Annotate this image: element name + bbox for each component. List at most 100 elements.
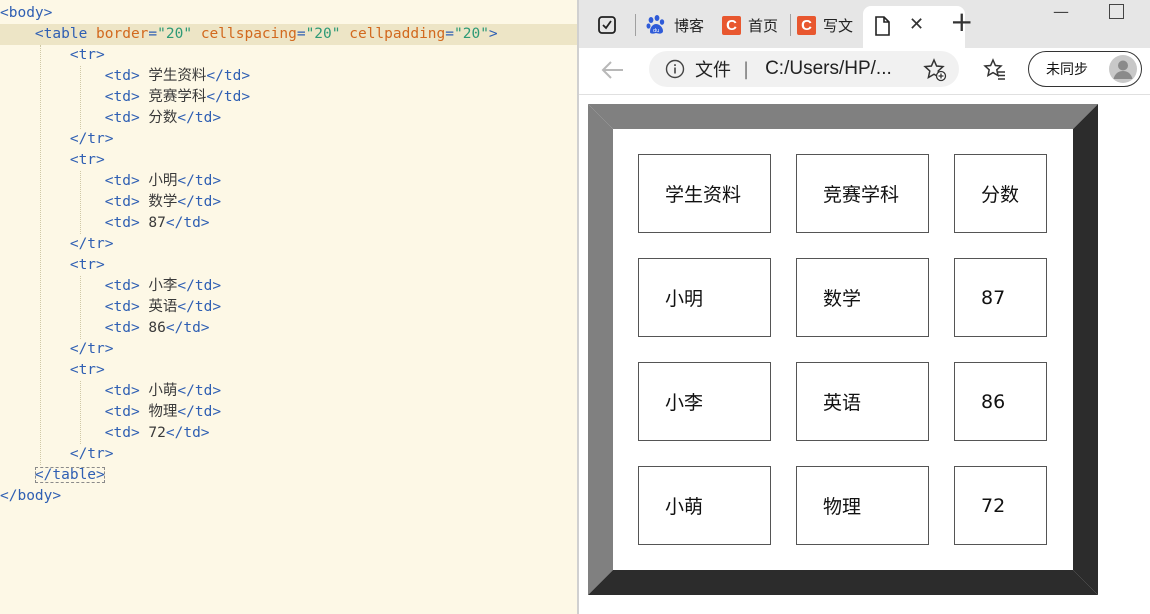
code-token: > [488, 26, 498, 42]
back-icon[interactable] [601, 60, 625, 80]
code-line[interactable]: <tr> [0, 360, 105, 381]
code-line[interactable]: <table border="20" cellspacing="20" cell… [0, 24, 498, 45]
maximize-icon[interactable] [1109, 4, 1124, 19]
address-separator: | [743, 58, 750, 80]
code-line[interactable]: </tr> [0, 234, 114, 255]
code-token: 竞赛学科 [139, 89, 207, 105]
code-line[interactable]: <td> 竞赛学科</td> [0, 87, 250, 108]
code-line[interactable]: <td> 分数</td> [0, 108, 221, 129]
tab-strip: du 博客 C 首页 C 写文 ✕ + — [579, 0, 1150, 48]
profile-sync-button[interactable]: 未同步 [1028, 51, 1142, 87]
minimize-icon[interactable]: — [1053, 2, 1069, 21]
code-token: </td> [177, 383, 222, 399]
code-token: <td> [104, 89, 140, 105]
code-line[interactable]: <tr> [0, 45, 105, 66]
file-label: 文件 [695, 60, 731, 81]
url-text: C:/Users/HP/... [765, 58, 892, 79]
code-token: </table> [34, 467, 105, 483]
code-token: 物理 [139, 404, 178, 420]
code-token: <td> [104, 215, 140, 231]
favorites-icon[interactable] [983, 58, 1007, 82]
code-token: cellpadding [349, 26, 446, 42]
close-icon[interactable]: ✕ [909, 14, 924, 35]
code-token: <body> [0, 5, 53, 21]
add-favorite-icon[interactable] [923, 58, 947, 82]
code-token: <table [34, 26, 97, 42]
table-cell: 87 [954, 258, 1047, 337]
code-token: </td> [165, 425, 210, 441]
table-cell: 小李 [638, 362, 771, 441]
tab-blog[interactable]: du 博客 [645, 8, 709, 42]
code-token: 小明 [139, 173, 178, 189]
table-cell: 小明 [638, 258, 771, 337]
code-token: "20" [454, 26, 489, 42]
code-token: <td> [104, 425, 140, 441]
code-line[interactable]: <td> 学生资料</td> [0, 66, 250, 87]
tab-label: 博客 [674, 16, 705, 35]
tab-home[interactable]: C 首页 [722, 8, 788, 42]
cell-text: 物理 [823, 496, 862, 518]
cell-text: 竞赛学科 [823, 184, 900, 206]
table-cell: 86 [954, 362, 1047, 441]
cell-text: 英语 [823, 392, 862, 414]
code-token: </td> [177, 194, 222, 210]
code-token: </td> [206, 68, 251, 84]
cell-text: 72 [981, 494, 1006, 517]
cell-text: 小萌 [665, 496, 704, 518]
tab-actions-button[interactable] [597, 8, 623, 42]
code-token: <td> [104, 173, 140, 189]
code-line[interactable]: <body> [0, 3, 52, 24]
code-line[interactable]: </tr> [0, 129, 114, 150]
table-cell: 学生资料 [638, 154, 771, 233]
code-line[interactable]: <td> 物理</td> [0, 402, 221, 423]
code-token: 分数 [139, 110, 178, 126]
cell-text: 87 [981, 286, 1006, 309]
code-line[interactable]: <td> 87</td> [0, 213, 210, 234]
code-line[interactable]: </table> [0, 465, 105, 486]
code-line[interactable]: </tr> [0, 444, 114, 465]
new-tab-button[interactable]: + [950, 7, 973, 37]
code-line[interactable]: <td> 小李</td> [0, 276, 221, 297]
code-line[interactable]: <td> 小明</td> [0, 171, 221, 192]
code-line[interactable]: </body> [0, 486, 61, 507]
table-cell: 数学 [796, 258, 929, 337]
code-line[interactable]: </tr> [0, 339, 114, 360]
address-bar[interactable]: 文件 | C:/Users/HP/... [649, 51, 959, 87]
code-token: border [96, 26, 149, 42]
code-token: <td> [104, 404, 140, 420]
info-icon [665, 59, 685, 79]
code-editor[interactable]: <body> <table border="20" cellspacing="2… [0, 0, 577, 614]
avatar-icon [1109, 55, 1137, 83]
tab-write[interactable]: C 写文 [797, 8, 861, 42]
code-line[interactable]: <tr> [0, 150, 105, 171]
code-line[interactable]: <td> 数学</td> [0, 192, 221, 213]
code-line[interactable]: <tr> [0, 255, 105, 276]
tab-actions-icon [598, 16, 616, 34]
code-token: "20" [305, 26, 341, 42]
code-token: </tr> [69, 236, 114, 252]
code-token: </td> [177, 173, 222, 189]
code-line[interactable]: <td> 86</td> [0, 318, 210, 339]
code-line[interactable]: <td> 英语</td> [0, 297, 221, 318]
code-line[interactable]: <td> 72</td> [0, 423, 210, 444]
code-token: <tr> [69, 152, 105, 168]
code-token: <td> [104, 383, 140, 399]
code-token: </td> [177, 299, 222, 315]
code-line[interactable]: <td> 小萌</td> [0, 381, 221, 402]
code-token: 72 [139, 425, 166, 441]
code-token: <td> [104, 278, 140, 294]
